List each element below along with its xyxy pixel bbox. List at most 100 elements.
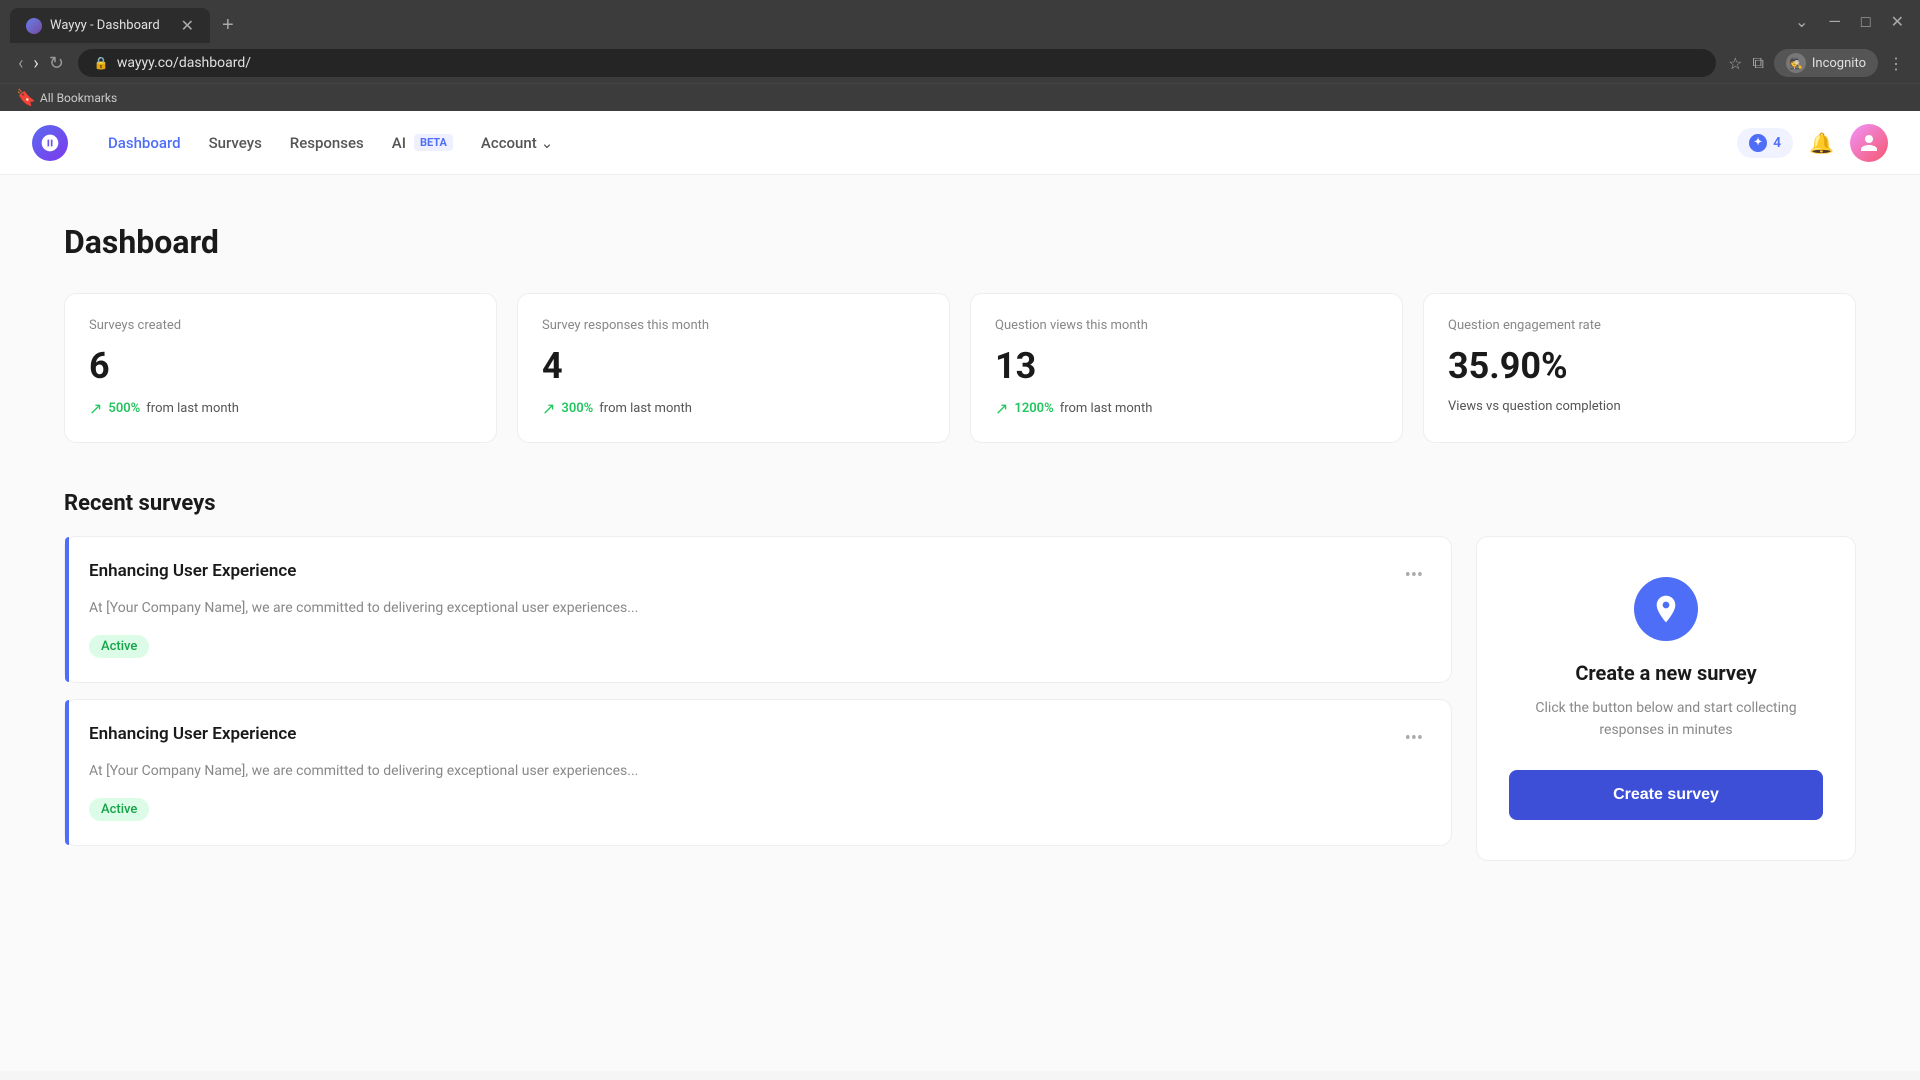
- tab-list-icon[interactable]: ⌄: [1789, 10, 1814, 33]
- incognito-icon: 🕵: [1786, 53, 1806, 73]
- survey-status-1: Active: [89, 798, 149, 821]
- stat-label-responses: Survey responses this month: [542, 318, 925, 333]
- stat-change-text: from last month: [1060, 401, 1153, 416]
- stat-pct: 1200%: [1014, 401, 1053, 416]
- survey-name-0: Enhancing User Experience: [89, 561, 296, 581]
- address-input[interactable]: 🔒 wayyy.co/dashboard/: [78, 49, 1716, 77]
- stat-value-views: 13: [995, 345, 1378, 387]
- card-accent: [65, 537, 69, 682]
- survey-card-0: Enhancing User Experience ••• At [Your C…: [64, 536, 1452, 683]
- forward-button[interactable]: ›: [31, 51, 40, 76]
- main-content: Dashboard Surveys created 6 ↗ 500% from …: [0, 175, 1920, 1071]
- stat-card-engagement: Question engagement rate 35.90% Views vs…: [1423, 293, 1856, 443]
- user-avatar[interactable]: [1850, 124, 1888, 162]
- surveys-layout: Enhancing User Experience ••• At [Your C…: [64, 536, 1856, 861]
- incognito-label: Incognito: [1812, 56, 1866, 71]
- trend-up-icon: ↗: [995, 399, 1008, 418]
- page-content: Dashboard Surveys Responses AI BETA Acco…: [0, 111, 1920, 1071]
- stat-label-engagement: Question engagement rate: [1448, 318, 1831, 333]
- create-survey-button[interactable]: Create survey: [1509, 770, 1823, 820]
- recent-surveys-title: Recent surveys: [64, 491, 1856, 516]
- nav-responses[interactable]: Responses: [290, 134, 364, 152]
- nav-dashboard[interactable]: Dashboard: [108, 134, 181, 152]
- bookmarks-label[interactable]: All Bookmarks: [40, 91, 117, 105]
- stats-grid: Surveys created 6 ↗ 500% from last month…: [64, 293, 1856, 443]
- stat-value-surveys-created: 6: [89, 345, 472, 387]
- stat-label-views: Question views this month: [995, 318, 1378, 333]
- stat-card-surveys-created: Surveys created 6 ↗ 500% from last month: [64, 293, 497, 443]
- bookmark-star-icon[interactable]: ☆: [1728, 54, 1742, 73]
- logo-icon: [40, 133, 60, 153]
- nav-links: Dashboard Surveys Responses AI BETA Acco…: [108, 134, 1705, 152]
- create-survey-title: Create a new survey: [1575, 661, 1756, 685]
- create-survey-desc: Click the button below and start collect…: [1509, 697, 1823, 742]
- stat-label-surveys-created: Surveys created: [89, 318, 472, 333]
- trend-up-icon: ↗: [89, 399, 102, 418]
- browser-nav-buttons: ‹ › ↻: [16, 51, 66, 76]
- tab-bar: Wayyy - Dashboard ✕ + ⌄ — □ ✕: [0, 0, 1920, 43]
- survey-desc-1: At [Your Company Name], we are committed…: [89, 761, 1427, 782]
- rocket-icon-container: [1634, 577, 1698, 641]
- survey-desc-0: At [Your Company Name], we are committed…: [89, 598, 1427, 619]
- maximize-icon[interactable]: □: [1855, 10, 1877, 34]
- page-title: Dashboard: [64, 223, 1856, 261]
- menu-icon[interactable]: ⋮: [1888, 54, 1904, 73]
- nav-right: ✦ 4 🔔: [1737, 124, 1888, 162]
- bookmarks-bar: 🔖 All Bookmarks: [0, 83, 1920, 111]
- stat-change-text: from last month: [599, 401, 692, 416]
- browser-actions: ☆ ⧉ 🕵 Incognito ⋮: [1728, 49, 1904, 77]
- avatar-icon: [1859, 133, 1879, 153]
- extensions-icon[interactable]: ⧉: [1752, 53, 1763, 73]
- gem-icon: ✦: [1749, 134, 1767, 152]
- rocket-icon: [1650, 593, 1682, 625]
- main-nav: Dashboard Surveys Responses AI BETA Acco…: [0, 111, 1920, 175]
- notification-bell-icon[interactable]: 🔔: [1809, 131, 1834, 155]
- reload-button[interactable]: ↻: [47, 51, 66, 76]
- stat-change-text: from last month: [146, 401, 239, 416]
- stat-pct: 500%: [108, 401, 140, 416]
- new-tab-button[interactable]: +: [214, 10, 242, 41]
- survey-name-1: Enhancing User Experience: [89, 724, 296, 744]
- survey-card-1: Enhancing User Experience ••• At [Your C…: [64, 699, 1452, 846]
- stat-change-views: ↗ 1200% from last month: [995, 399, 1378, 418]
- stat-value-engagement: 35.90%: [1448, 345, 1831, 387]
- nav-surveys[interactable]: Surveys: [209, 134, 262, 152]
- stat-change-engagement: Views vs question completion: [1448, 399, 1831, 414]
- survey-menu-button-1[interactable]: •••: [1401, 724, 1427, 753]
- survey-card-header-0: Enhancing User Experience •••: [89, 561, 1427, 590]
- minimize-icon[interactable]: —: [1822, 10, 1847, 33]
- browser-chrome: Wayyy - Dashboard ✕ + ⌄ — □ ✕ ‹ › ↻ 🔒 wa…: [0, 0, 1920, 111]
- stat-pct: 300%: [561, 401, 593, 416]
- close-window-icon[interactable]: ✕: [1885, 10, 1910, 33]
- stat-card-responses: Survey responses this month 4 ↗ 300% fro…: [517, 293, 950, 443]
- stat-change-surveys-created: ↗ 500% from last month: [89, 399, 472, 418]
- nav-account[interactable]: Account ⌄: [481, 134, 553, 152]
- tab-bar-controls: ⌄ — □ ✕: [1789, 10, 1910, 42]
- nav-points[interactable]: ✦ 4: [1737, 128, 1793, 158]
- lock-icon: 🔒: [94, 56, 109, 70]
- nav-logo[interactable]: [32, 125, 68, 161]
- stat-card-views: Question views this month 13 ↗ 1200% fro…: [970, 293, 1403, 443]
- incognito-badge[interactable]: 🕵 Incognito: [1774, 49, 1878, 77]
- close-tab-icon[interactable]: ✕: [181, 16, 194, 35]
- card-accent: [65, 700, 69, 845]
- tab-title: Wayyy - Dashboard: [50, 18, 173, 33]
- stat-change-text: Views vs question completion: [1448, 399, 1621, 414]
- tab-favicon: [26, 18, 42, 34]
- nav-ai[interactable]: AI BETA: [392, 134, 453, 152]
- chevron-down-icon: ⌄: [541, 134, 554, 152]
- trend-up-icon: ↗: [542, 399, 555, 418]
- create-survey-card: Create a new survey Click the button bel…: [1476, 536, 1856, 861]
- survey-status-0: Active: [89, 635, 149, 658]
- survey-list: Enhancing User Experience ••• At [Your C…: [64, 536, 1452, 846]
- stat-change-responses: ↗ 300% from last month: [542, 399, 925, 418]
- survey-menu-button-0[interactable]: •••: [1401, 561, 1427, 590]
- beta-badge: BETA: [414, 134, 453, 151]
- points-value: 4: [1773, 135, 1781, 151]
- active-tab[interactable]: Wayyy - Dashboard ✕: [10, 8, 210, 43]
- stat-value-responses: 4: [542, 345, 925, 387]
- bookmarks-folder-icon: 🔖: [16, 88, 36, 107]
- url-text: wayyy.co/dashboard/: [117, 55, 251, 71]
- survey-card-header-1: Enhancing User Experience •••: [89, 724, 1427, 753]
- back-button[interactable]: ‹: [16, 51, 25, 76]
